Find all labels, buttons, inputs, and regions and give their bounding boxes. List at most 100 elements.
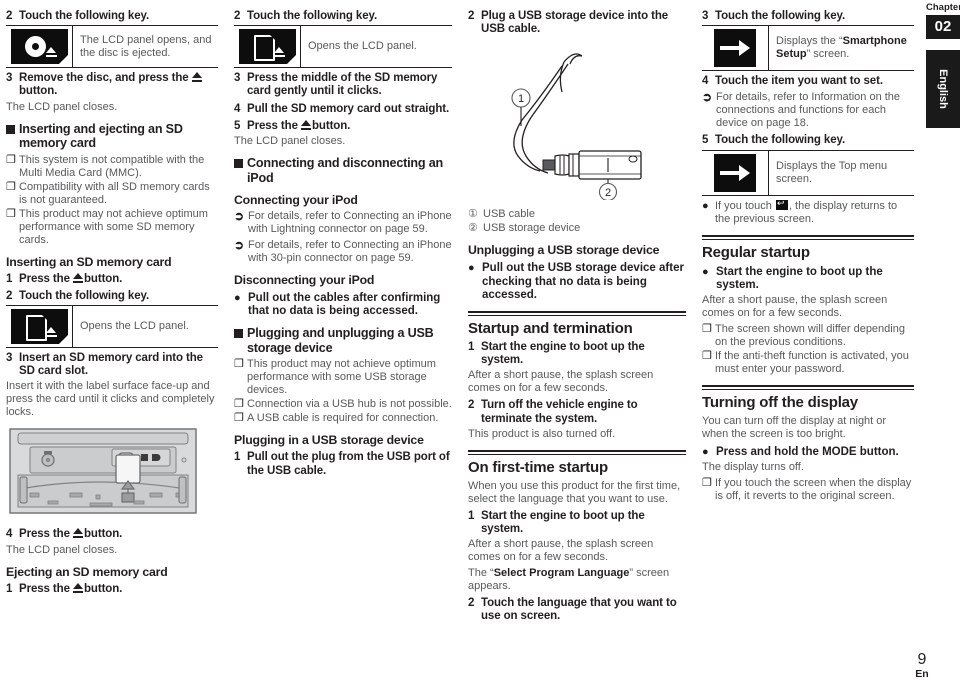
disc-eject-key-icon <box>10 29 68 65</box>
key-desc-pre: Displays the “ <box>776 35 843 48</box>
step: 2 Turn off the vehicle engine to termina… <box>468 399 686 425</box>
eject-icon <box>72 272 83 283</box>
step: 5 Touch the following key. <box>702 134 914 147</box>
step-number: 2 <box>468 10 475 22</box>
column-1: 2 Touch the following key. The LCD panel… <box>0 6 228 598</box>
sd-card-glyph <box>25 314 47 342</box>
step-text-a: Press the <box>19 272 73 285</box>
step: 3 Touch the following key. <box>702 10 914 23</box>
section-heading-text: Inserting and ejecting an SD memory card <box>19 121 183 151</box>
reference-item: ➲ For details, refer to Connecting an iP… <box>234 239 452 265</box>
legend-label: USB cable <box>483 208 535 221</box>
eject-icon <box>72 582 83 593</box>
key-description-box: Opens the LCD panel. <box>234 25 452 69</box>
round-bullet-icon: ● <box>702 199 709 212</box>
note-glyph-icon: ❐ <box>6 207 16 220</box>
note-glyph-icon: ❐ <box>234 412 244 425</box>
chapter-label: Chapter <box>926 2 960 13</box>
step: 1 Press the button. <box>6 272 218 286</box>
legend-marker: ② <box>468 222 478 235</box>
eject-icon <box>300 119 311 130</box>
step-number: 4 <box>702 75 709 88</box>
return-icon <box>775 198 788 210</box>
note-item: ❐ The screen shown will differ depending… <box>702 323 914 349</box>
key-desc-line1: The LCD panel opens, and <box>80 33 212 46</box>
note-item: ❐ A USB cable is required for connection… <box>234 412 452 425</box>
step: 3 Press the middle of the SD memory card… <box>234 72 452 98</box>
note-item: ❐ If the anti-theft function is activate… <box>702 350 914 376</box>
bullet-step: ● Start the engine to boot up the system… <box>702 266 914 292</box>
step: 3 Remove the disc, and press the button. <box>6 72 218 98</box>
step-text: Touch the following key. <box>247 10 378 22</box>
note-glyph-icon: ❐ <box>234 398 244 411</box>
step-text: Insert an SD memory card into the SD car… <box>19 352 203 378</box>
step-text-bold: SD <box>290 102 307 115</box>
column-4: 3 Touch the following key. Displays the … <box>696 6 924 504</box>
step-body: After a short pause, the splash screen c… <box>468 369 654 395</box>
note-text: The screen shown will differ depending o… <box>715 323 905 349</box>
note-text: This system is not compatible with the M… <box>19 153 205 179</box>
round-bullet-icon: ● <box>702 265 709 278</box>
step-text: Touch the following key. <box>19 10 150 22</box>
step-number: 3 <box>702 10 709 22</box>
note-text: If the anti-theft function is activated,… <box>715 350 909 376</box>
sd-card-glyph <box>253 35 275 62</box>
step-number: 1 <box>234 451 241 464</box>
step-body: The LCD panel closes. <box>234 135 346 148</box>
page-number: 9 <box>917 651 927 668</box>
step-text: Press the button. <box>19 528 218 541</box>
eject-glyph <box>45 327 57 337</box>
note-item: ❐ This system is not compatible with the… <box>6 154 218 180</box>
note-text: Compatibility with all SD memory cards i… <box>19 180 210 206</box>
step-text-bold: SD <box>374 72 391 85</box>
chapter-tab: Chapter 02 <box>926 2 960 39</box>
step-number: 5 <box>702 134 709 147</box>
key-description-box: Displays the “Smartphone Setup” screen. <box>702 25 914 72</box>
key-icon-cell <box>234 26 301 68</box>
step-body: The LCD panel closes. <box>6 100 118 113</box>
step: 1 Press the button. <box>6 582 218 596</box>
note-glyph-icon: ❐ <box>6 153 16 166</box>
step-text-pre: Plug a <box>481 10 519 22</box>
step-text-a: Press the <box>19 582 73 595</box>
step-text: Start the engine to boot up the system. <box>481 341 645 367</box>
usb-cable-storage-device-diagram: 1 2 <box>511 53 642 202</box>
eject-icon <box>191 72 202 83</box>
column-2: 2 Touch the following key. Opens the LCD… <box>228 6 462 480</box>
step-number: 2 <box>234 10 241 22</box>
arrow-glyph <box>720 164 750 181</box>
bullet-step: ● Pull out the cables after confirming t… <box>234 292 452 318</box>
step-number: 1 <box>6 272 13 285</box>
step-text-b: button. <box>19 85 58 98</box>
step-number: 3 <box>6 72 13 85</box>
step-body: Insert it with the label surface face-up… <box>6 380 215 419</box>
step-text-b: button. <box>83 582 123 595</box>
key-icon-cell <box>6 306 73 348</box>
page-language-code: En <box>915 668 929 680</box>
step-text: Pull out the plug from the USB port of t… <box>247 451 452 477</box>
step-text-a: Press the <box>19 528 73 541</box>
section-divider <box>702 385 914 391</box>
key-description: Displays the Top menu screen. <box>776 159 888 185</box>
legend-item: ② USB storage device <box>468 222 686 235</box>
step-body-2: The “Select Program Language” screen app… <box>468 567 686 593</box>
step-number: 2 <box>468 597 475 610</box>
step: 1 Pull out the plug from the USB port of… <box>234 451 452 477</box>
key-description-box: Displays the Top menu screen. <box>702 149 914 196</box>
eject-icon <box>72 528 83 539</box>
reference-text: For details, refer to Information on the… <box>716 91 901 130</box>
key-icon-cell <box>6 26 73 68</box>
step: 2 Plug a USB storage device into the USB… <box>468 10 686 36</box>
note-text: This product may not achieve optimum per… <box>247 358 436 397</box>
section-heading: Inserting and ejecting an SD memory card <box>6 122 218 151</box>
language-tab: English <box>926 50 960 128</box>
step-number: 2 <box>468 399 475 412</box>
note-item: ❐ This product may not achieve optimum p… <box>6 208 218 247</box>
step-text: Touch the language that you want to use … <box>481 597 677 623</box>
step-text: Start the engine to boot up the system. <box>481 509 645 536</box>
bullet-step: ● Pull out the USB storage device after … <box>468 262 686 302</box>
step-number: 1 <box>6 582 13 595</box>
key-icon-cell <box>702 150 769 195</box>
step-text-pre: Pull the <box>247 102 291 115</box>
column-3: 2 Plug a USB storage device into the USB… <box>462 6 696 626</box>
